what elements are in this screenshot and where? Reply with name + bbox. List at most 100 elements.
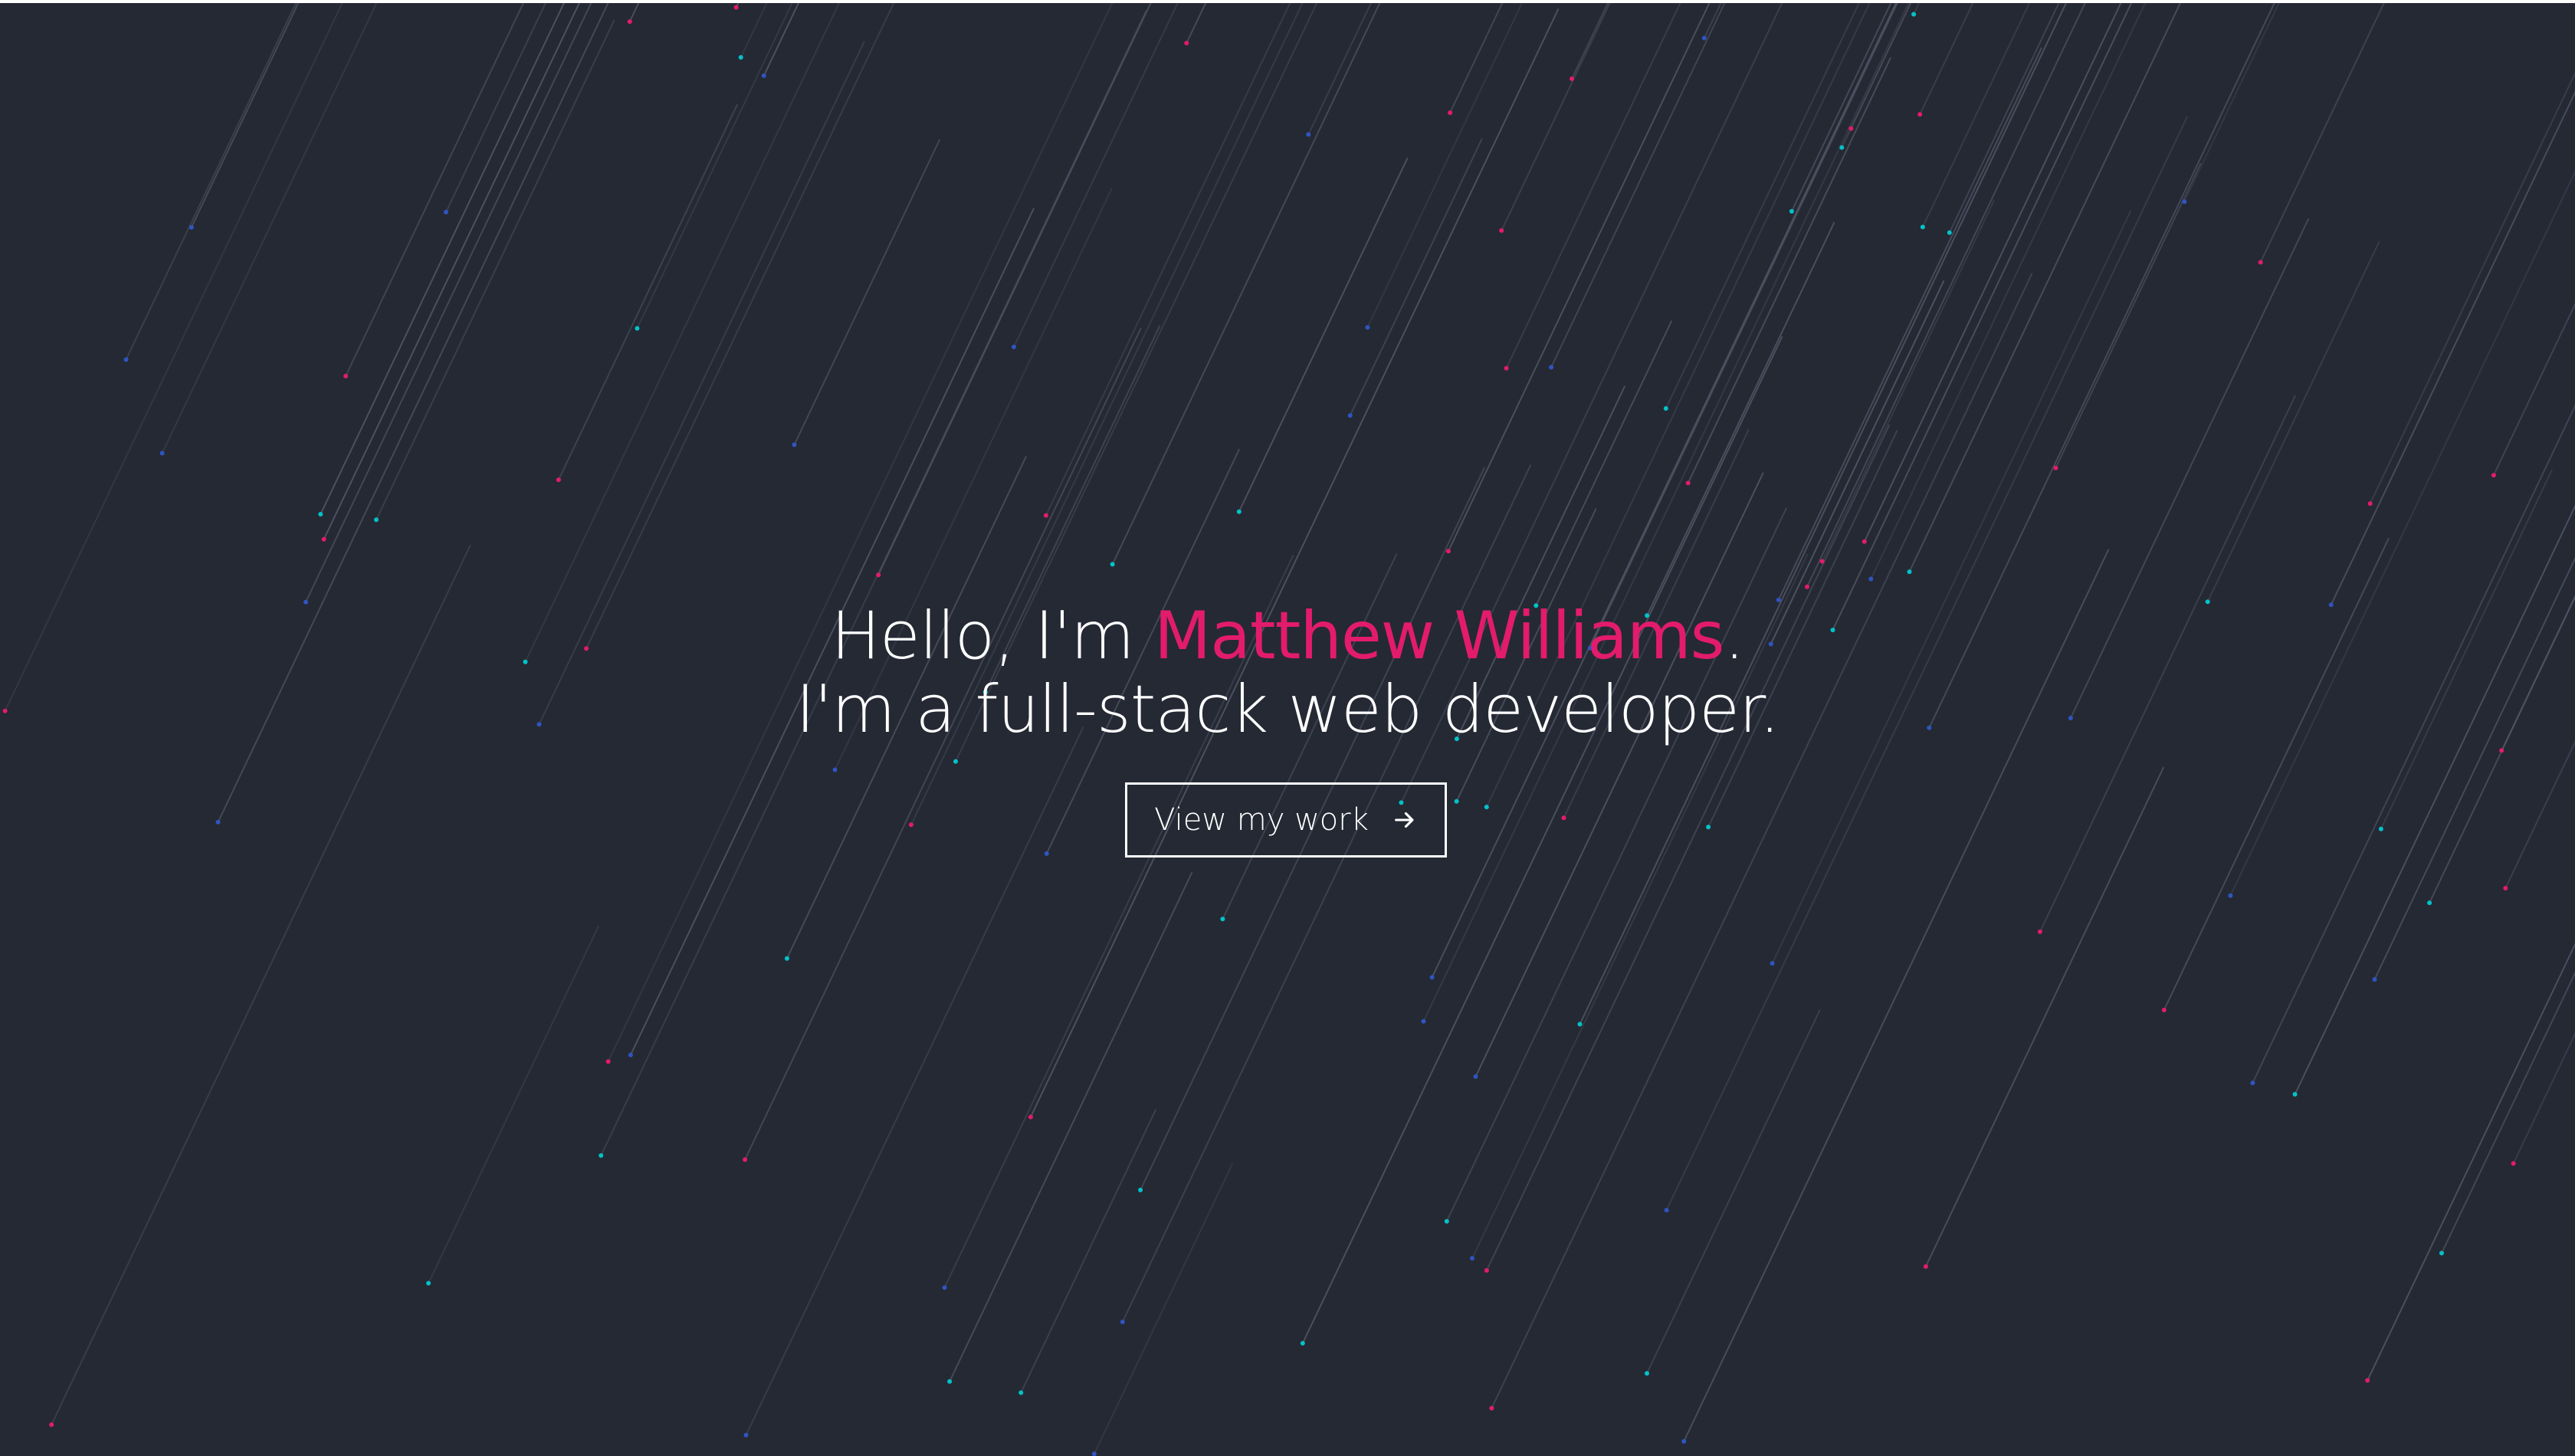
arrow-right-icon (1394, 812, 1414, 828)
particle-dot (2499, 748, 2504, 753)
particle-dot (321, 536, 326, 542)
streak-line (1501, 3, 1611, 231)
streak-line (1474, 472, 1764, 1077)
streak-line (600, 10, 1147, 1156)
streak-line (1029, 8, 1560, 1118)
particle-dot (1306, 132, 1311, 137)
streak-line (1535, 320, 1673, 606)
particle-dot (599, 1153, 604, 1158)
particle-dot (942, 1285, 947, 1290)
particle-dot (556, 477, 561, 483)
particle-dot (738, 54, 743, 60)
streak-line (1422, 3, 1910, 1022)
particle-dot (1120, 1320, 1125, 1324)
hero-headline: Hello, I'm Matthew Williams. I'm a full-… (0, 599, 2575, 746)
streak-line (1777, 47, 2042, 601)
hero-section: Hello, I'm Matthew Williams. I'm a full-… (0, 3, 2575, 1456)
particle-dot (1347, 413, 1353, 418)
particle-dot (761, 73, 766, 78)
particle-dot (1839, 145, 1845, 150)
streak-line (1908, 3, 2182, 572)
streak-line (1485, 424, 1891, 1271)
streak-line (445, 3, 546, 213)
particle-dot (1805, 584, 1809, 589)
particle-dot (2292, 1092, 2298, 1097)
view-my-work-button[interactable]: View my work (1125, 782, 1447, 858)
streak-line (1571, 3, 1609, 80)
streak-line (1841, 3, 1912, 148)
streak-line (1505, 3, 1681, 369)
streak-line (1186, 3, 1207, 44)
particle-dot (1044, 851, 1049, 856)
streak-line (1806, 3, 2086, 588)
particle-dot (2503, 886, 2508, 890)
streak-line (2441, 971, 2575, 1254)
particle-dot (2372, 977, 2377, 982)
particle-dot (1645, 1371, 1649, 1376)
particle-dot (1470, 1256, 1474, 1261)
streak-line (1589, 3, 1898, 649)
streak-line (1020, 1108, 1157, 1393)
greeting-prefix: Hello, I'm (831, 598, 1154, 674)
particle-dot (832, 767, 838, 772)
particle-dot (947, 1379, 953, 1384)
particle-dot (444, 209, 448, 215)
streak-line (345, 3, 525, 377)
particle-dot (1011, 344, 1016, 349)
streak-line (745, 726, 1084, 1436)
particle-dot (1701, 35, 1707, 41)
particle-dot (374, 517, 379, 523)
greeting-line: Hello, I'm Matthew Williams. (0, 599, 2575, 673)
streak-line (1913, 3, 1921, 15)
particle-dot (2378, 826, 2383, 831)
particle-dot (49, 1422, 54, 1428)
particle-dot (189, 225, 194, 230)
streak-line (376, 19, 615, 520)
particle-dot (1138, 1187, 1143, 1192)
streak-line (320, 3, 566, 515)
particle-dot (1473, 1074, 1478, 1079)
particle-dot (1907, 569, 1912, 575)
streak-line (305, 3, 592, 603)
particle-dot (2053, 465, 2058, 471)
particle-dot (2037, 929, 2042, 934)
streak-line (2369, 71, 2575, 504)
particle-dot (2258, 260, 2263, 265)
particle-dot (1681, 1438, 1687, 1444)
particle-dot (2161, 1008, 2167, 1012)
particle-dot (426, 1281, 431, 1286)
streak-line (793, 139, 941, 445)
particle-dot (1429, 975, 1435, 980)
particle-dot (1220, 917, 1225, 922)
particle-dot (743, 1432, 749, 1438)
streak-line (763, 3, 799, 77)
particle-dot (1561, 815, 1566, 821)
particle-dot (1445, 549, 1451, 554)
streak-line (2512, 1032, 2575, 1164)
streak-line (1012, 3, 1179, 348)
particle-dot (908, 822, 914, 828)
streak-line (1349, 138, 1483, 416)
particle-dot (1663, 406, 1668, 411)
particle-dot (343, 373, 349, 379)
particle-dot (1365, 325, 1370, 330)
streak-line (735, 3, 740, 8)
particle-dot (1028, 1114, 1033, 1120)
particle-dot (953, 759, 958, 764)
developer-name: Matthew Williams (1154, 598, 1724, 674)
particle-dot (1917, 112, 1923, 117)
particle-dot (743, 1157, 748, 1163)
view-my-work-label: View my work (1154, 802, 1369, 838)
particle-dot (1862, 539, 1867, 544)
particle-dot (2427, 900, 2432, 906)
particle-dot (215, 819, 221, 825)
particle-dot (1923, 1264, 1928, 1269)
streak-line (1646, 1009, 1821, 1374)
particle-dot (1947, 230, 1952, 235)
streak-line (1449, 3, 1504, 113)
streak-line (2183, 3, 2280, 202)
streak-line (636, 3, 793, 329)
particle-dot (1920, 225, 1925, 230)
particle-dot (784, 956, 789, 961)
streak-line (877, 3, 1152, 576)
